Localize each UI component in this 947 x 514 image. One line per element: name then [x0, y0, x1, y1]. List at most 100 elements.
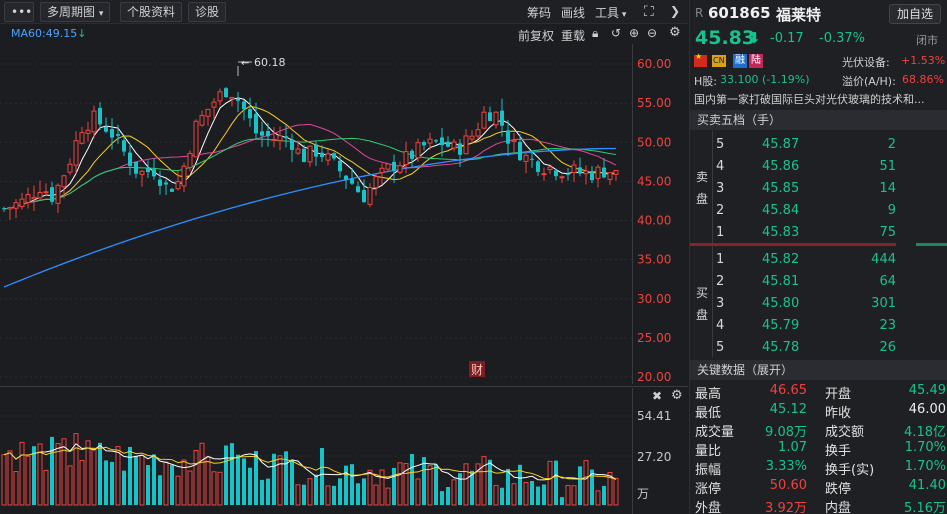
volume-bar[interactable] — [13, 471, 19, 506]
candle-body[interactable] — [403, 151, 409, 165]
volume-bar[interactable] — [613, 477, 619, 506]
volume-bar[interactable] — [25, 455, 31, 506]
tag-margin[interactable]: 融 — [733, 54, 747, 68]
candle-body[interactable] — [344, 175, 348, 180]
zoom-in-icon[interactable]: ⊕ — [629, 26, 639, 40]
candle-body[interactable] — [79, 132, 85, 144]
price-chart[interactable]: 60.00 55.00 50.00 45.00 40.00 35.00 30.00 25.00… — [0, 44, 688, 384]
candle-body[interactable] — [164, 182, 168, 185]
volume-bar[interactable] — [385, 487, 391, 506]
volume-bar[interactable] — [170, 464, 174, 505]
volume-bar[interactable] — [67, 465, 73, 506]
candle-body[interactable] — [356, 186, 360, 193]
tag-connect[interactable]: 陆 — [749, 54, 763, 68]
ask-row-5[interactable]: 5 45.87 2 — [712, 134, 947, 156]
volume-bar[interactable] — [440, 491, 444, 505]
volume-bar[interactable] — [338, 478, 342, 505]
tag-cn[interactable]: CN — [712, 55, 726, 67]
candle-body[interactable] — [73, 140, 79, 166]
candle-body[interactable] — [451, 141, 457, 149]
candle-body[interactable] — [469, 135, 475, 140]
volume-bar[interactable] — [602, 485, 606, 505]
expand-icon[interactable]: ⛶ — [644, 4, 654, 20]
bid-row-4[interactable]: 4 45.79 23 — [712, 315, 947, 337]
candle-body[interactable] — [277, 135, 283, 141]
candle-body[interactable] — [338, 160, 342, 172]
candle-body[interactable] — [434, 140, 438, 142]
volume-bar[interactable] — [332, 485, 336, 505]
volume-bar[interactable] — [554, 460, 558, 505]
volume-bar[interactable] — [248, 467, 252, 505]
candle-body[interactable] — [181, 165, 187, 187]
volume-bar[interactable] — [260, 479, 264, 505]
volume-bar[interactable] — [302, 484, 306, 505]
candle-body[interactable] — [85, 129, 91, 134]
chips-button[interactable]: 筹码 — [527, 4, 551, 21]
candle-body[interactable] — [104, 126, 108, 132]
volume-bar[interactable] — [547, 460, 553, 506]
volume-bar[interactable] — [175, 475, 181, 506]
candle-body[interactable] — [506, 130, 510, 144]
candle-body[interactable] — [295, 148, 301, 154]
volume-bar[interactable] — [91, 448, 97, 506]
candle-body[interactable] — [571, 164, 577, 174]
ask-row-1[interactable]: 1 45.83 75 — [712, 222, 947, 244]
candle-body[interactable] — [158, 179, 162, 186]
diagnose-button[interactable]: 诊股 — [188, 2, 227, 22]
period-button[interactable]: 多周期图 ▾ — [40, 2, 111, 22]
volume-bar[interactable] — [152, 454, 156, 505]
candle-body[interactable] — [254, 113, 258, 134]
candle-body[interactable] — [583, 170, 589, 175]
candle-body[interactable] — [500, 110, 504, 126]
zoom-out-icon[interactable]: ⊖ — [647, 26, 657, 40]
volume-bar[interactable] — [236, 454, 240, 505]
volume-bar[interactable] — [565, 484, 571, 506]
candle-body[interactable] — [43, 191, 49, 194]
volume-bar[interactable] — [193, 450, 199, 506]
volume-bar[interactable] — [392, 467, 396, 505]
candle-body[interactable] — [475, 129, 481, 137]
menu-dots-icon[interactable]: ••• — [4, 2, 34, 22]
volume-bar[interactable] — [19, 441, 25, 506]
candle-body[interactable] — [242, 101, 246, 110]
candle-body[interactable] — [602, 167, 606, 178]
volume-bar[interactable] — [583, 460, 589, 506]
volume-bar[interactable] — [344, 465, 348, 505]
candle-body[interactable] — [536, 161, 540, 172]
candle-body[interactable] — [385, 163, 391, 170]
volume-bar[interactable] — [595, 490, 601, 506]
volume-bar[interactable] — [43, 469, 49, 506]
volume-bar[interactable] — [230, 443, 234, 505]
volume-bar[interactable] — [158, 475, 162, 505]
candle-body[interactable] — [61, 175, 67, 188]
candle-body[interactable] — [2, 208, 6, 210]
sector-label[interactable]: 光伏设备: — [842, 54, 890, 70]
volume-bar[interactable] — [79, 459, 85, 506]
candle-body[interactable] — [134, 161, 138, 174]
candle-body[interactable] — [271, 138, 277, 141]
candle-body[interactable] — [224, 88, 228, 98]
volume-bar[interactable] — [350, 464, 354, 505]
candle-body[interactable] — [302, 148, 306, 163]
candle-body[interactable] — [518, 141, 522, 161]
volume-bar[interactable] — [481, 456, 487, 506]
candle-body[interactable] — [493, 111, 499, 126]
candle-body[interactable] — [325, 153, 331, 161]
finance-marker[interactable]: 财 — [471, 363, 483, 377]
candle-body[interactable] — [590, 171, 594, 181]
volume-bar[interactable] — [500, 487, 504, 505]
stock-info-button[interactable]: 个股资料 — [120, 2, 183, 22]
volume-bar[interactable] — [488, 459, 492, 505]
volume-bar[interactable] — [187, 470, 193, 506]
candle-body[interactable] — [146, 167, 150, 173]
candle-body[interactable] — [463, 135, 469, 155]
candle-body[interactable] — [373, 176, 379, 189]
candle-body[interactable] — [128, 152, 132, 167]
candle-body[interactable] — [91, 110, 97, 133]
candle-body[interactable] — [367, 186, 373, 205]
candle-body[interactable] — [362, 190, 366, 203]
volume-bar[interactable] — [122, 470, 126, 505]
candle-body[interactable] — [566, 173, 570, 175]
volume-bar[interactable] — [362, 478, 366, 505]
candle-body[interactable] — [554, 170, 558, 177]
